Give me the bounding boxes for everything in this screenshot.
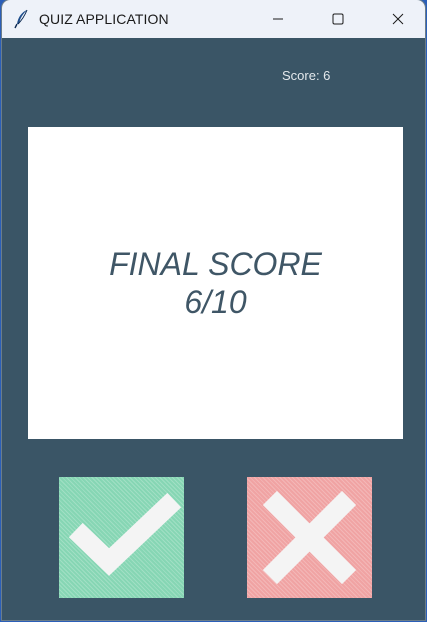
minimize-button[interactable] <box>255 0 301 38</box>
maximize-icon <box>332 13 344 25</box>
cross-icon <box>262 490 357 585</box>
false-button[interactable] <box>247 477 372 598</box>
close-icon <box>392 13 404 25</box>
final-score-heading: FINAL SCORE <box>109 246 322 282</box>
close-button[interactable] <box>375 0 421 38</box>
quiz-window: QUIZ APPLICATION Score: 6 FINAL SCORE 6/… <box>2 0 425 620</box>
checkmark-icon <box>68 492 182 576</box>
score-label: Score: 6 <box>282 68 331 83</box>
minimize-icon <box>273 18 283 20</box>
question-card: FINAL SCORE 6/10 <box>28 127 403 439</box>
feather-icon <box>14 9 28 29</box>
maximize-button[interactable] <box>315 0 361 38</box>
window-title: QUIZ APPLICATION <box>39 11 169 27</box>
title-bar: QUIZ APPLICATION <box>2 0 425 38</box>
final-score-value: 6/10 <box>184 284 247 320</box>
true-button[interactable] <box>59 477 184 598</box>
